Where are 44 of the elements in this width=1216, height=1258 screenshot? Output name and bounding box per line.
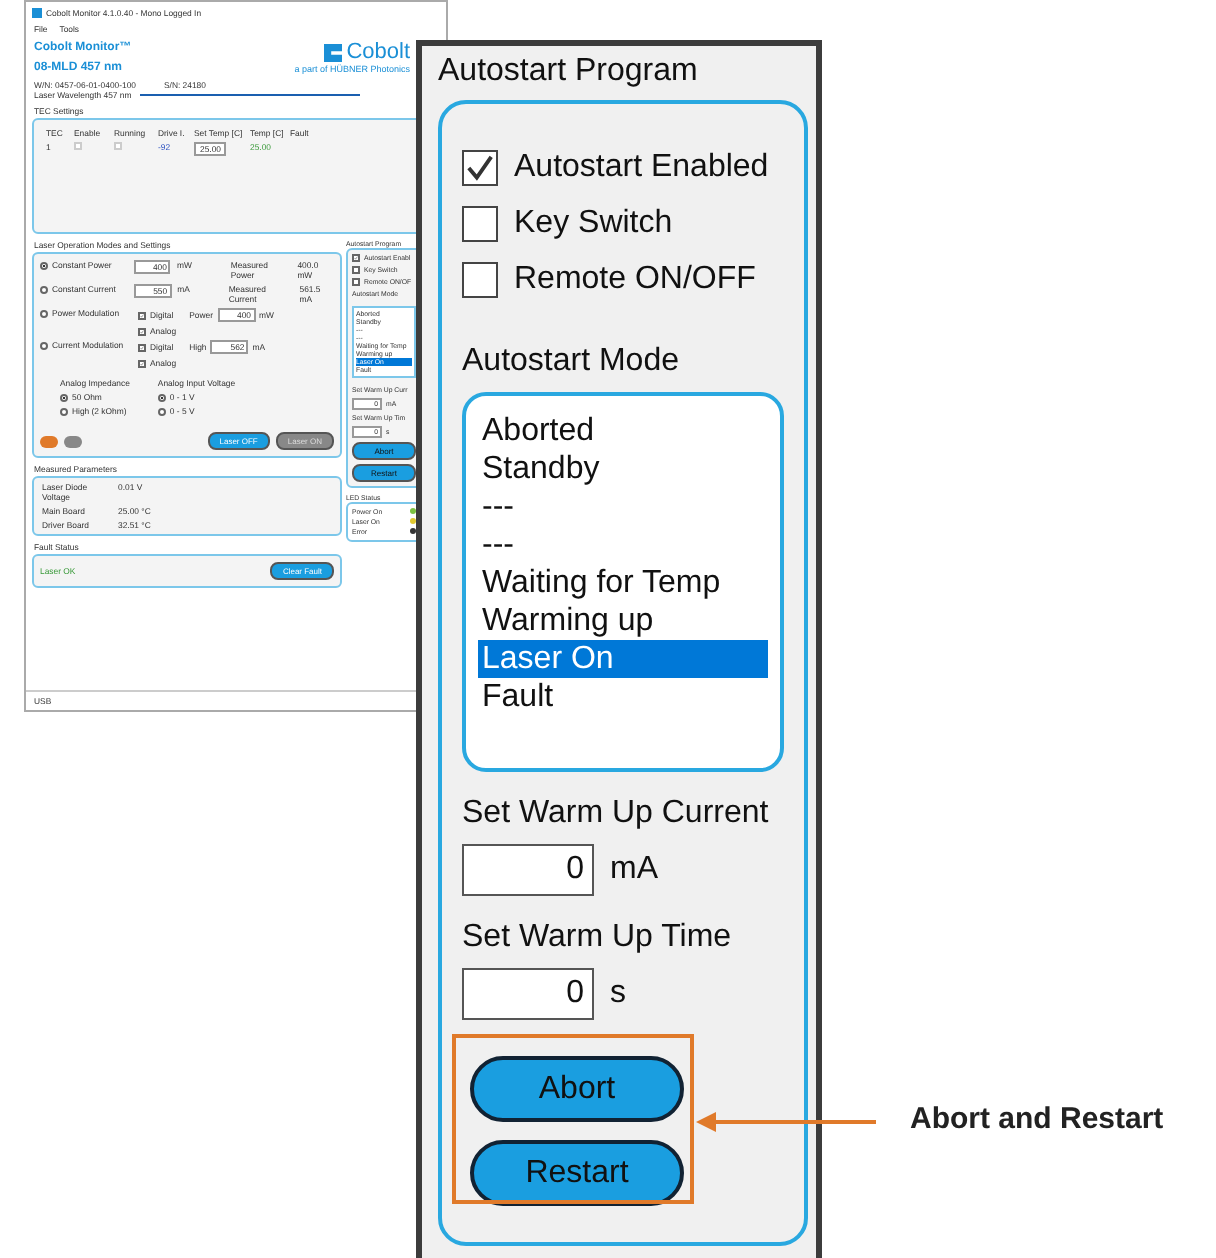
radio-button[interactable]: [40, 261, 48, 269]
checkbox[interactable]: [352, 278, 360, 286]
current-field[interactable]: 0: [462, 844, 594, 896]
checkbox[interactable]: [462, 206, 498, 242]
checkbox-label: Remote ON/OFF: [514, 262, 756, 298]
checkbox-label: Autostart Enabled: [514, 150, 769, 186]
unit-label: mA: [610, 852, 658, 888]
panel-title: Autostart Program: [438, 54, 700, 90]
unit-label: s: [610, 976, 626, 1012]
list-item[interactable]: Standby: [478, 450, 768, 488]
checkbox[interactable]: [138, 343, 146, 351]
list-item[interactable]: ---: [478, 488, 768, 526]
checkbox[interactable]: [138, 327, 146, 335]
checkbox[interactable]: [138, 359, 146, 367]
list-item[interactable]: ---: [478, 526, 768, 564]
radio-button[interactable]: [60, 393, 68, 401]
arrow-icon: [696, 1110, 876, 1134]
logo-text: Cobolt: [346, 40, 410, 64]
field-label: Set Warm Up Time: [462, 920, 734, 956]
list-item[interactable]: Waiting for Temp: [478, 564, 768, 602]
field-label: Set Warm Up Current: [462, 796, 771, 832]
checkbox[interactable]: [138, 311, 146, 319]
checkbox-label: Key Switch: [514, 206, 673, 242]
radio-button[interactable]: [40, 285, 48, 293]
list-item[interactable]: Warming up: [478, 602, 768, 640]
radio-button[interactable]: [60, 407, 68, 415]
logo-icon: [324, 43, 343, 61]
list-item[interactable]: Aborted: [478, 412, 768, 450]
app-icon: [32, 7, 42, 17]
autostart-button[interactable]: Abort: [470, 1056, 684, 1122]
checkbox[interactable]: [462, 150, 498, 186]
list-item[interactable]: Laser On: [478, 640, 768, 678]
list-item[interactable]: Fault: [478, 678, 768, 716]
callout-label: Abort and Restart: [910, 1102, 1164, 1136]
radio-button[interactable]: [157, 393, 166, 401]
checkbox[interactable]: [352, 254, 360, 262]
radio-button[interactable]: [157, 407, 166, 415]
checkbox[interactable]: [352, 266, 360, 274]
autostart-button[interactable]: Restart: [470, 1140, 684, 1206]
time-field[interactable]: 0: [462, 968, 594, 1020]
group-title: Autostart Mode: [462, 344, 681, 380]
checkbox[interactable]: [462, 262, 498, 298]
radio-button[interactable]: [40, 341, 48, 349]
radio-button[interactable]: [40, 309, 48, 317]
